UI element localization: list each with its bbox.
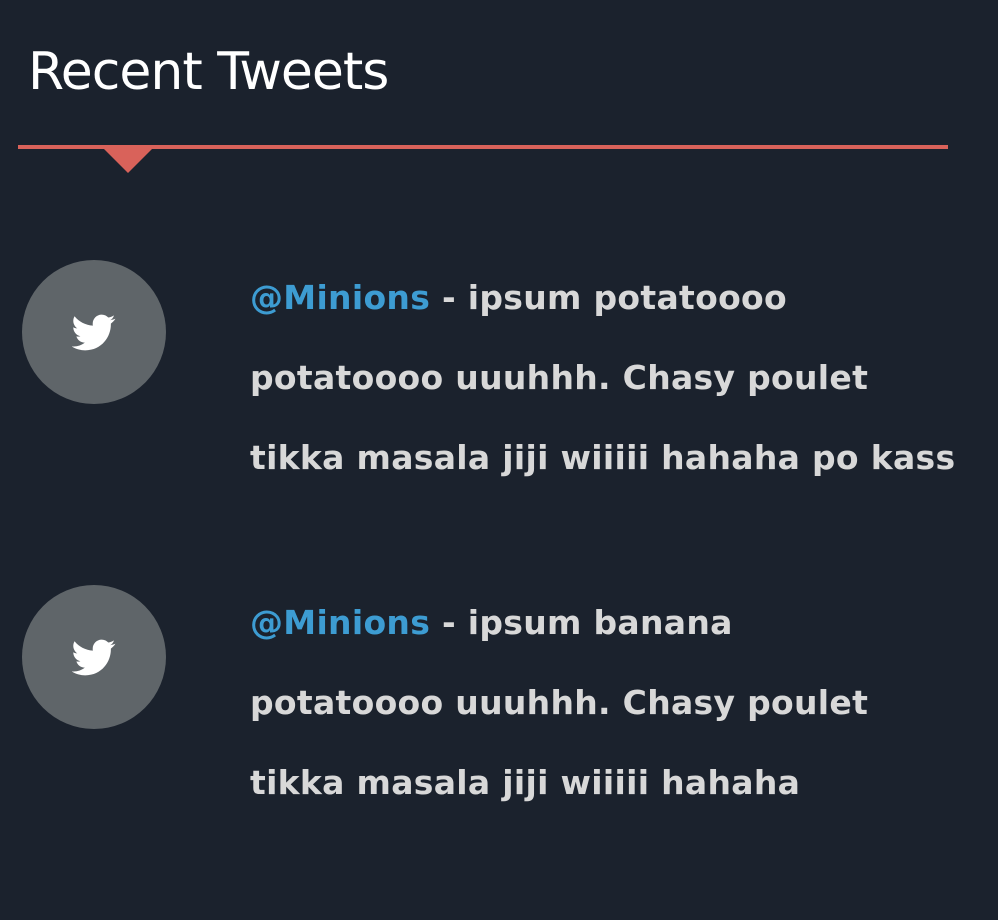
tweet-line: ipsum banana (467, 603, 733, 642)
tweet-text: @Minions - ipsum potatoooo potatoooo uuu… (250, 258, 956, 498)
tweet-handle-link[interactable]: @Minions (250, 278, 430, 317)
tweet-avatar[interactable] (22, 585, 166, 729)
tweet-separator: - (430, 278, 468, 317)
tweet-line: tikka masala jiji wiiiii hahaha (250, 763, 801, 802)
tweet-text: @Minions - ipsum banana potatoooo uuuhhh… (250, 583, 950, 823)
tweet-separator: - (430, 603, 468, 642)
tweet-line: ipsum potatoooo (467, 278, 787, 317)
tweet-first-line: @Minions - ipsum potatoooo (250, 258, 950, 338)
twitter-bird-icon (72, 639, 116, 676)
tweet-first-line: @Minions - ipsum banana (250, 583, 950, 663)
recent-tweets-widget: Recent Tweets @Minions - ipsum potatoooo… (0, 0, 998, 920)
twitter-bird-icon (72, 314, 116, 351)
tweet-line: potatoooo uuuhhh. Chasy poulet (250, 683, 869, 722)
tweet-avatar[interactable] (22, 260, 166, 404)
tweet-line: tikka masala jiji wiiiii hahaha po kass (250, 438, 956, 477)
divider-notch (103, 148, 153, 173)
widget-title: Recent Tweets (28, 42, 389, 102)
tweet-handle-link[interactable]: @Minions (250, 603, 430, 642)
tweet-line: potatoooo uuuhhh. Chasy poulet (250, 358, 869, 397)
title-divider (18, 145, 948, 149)
